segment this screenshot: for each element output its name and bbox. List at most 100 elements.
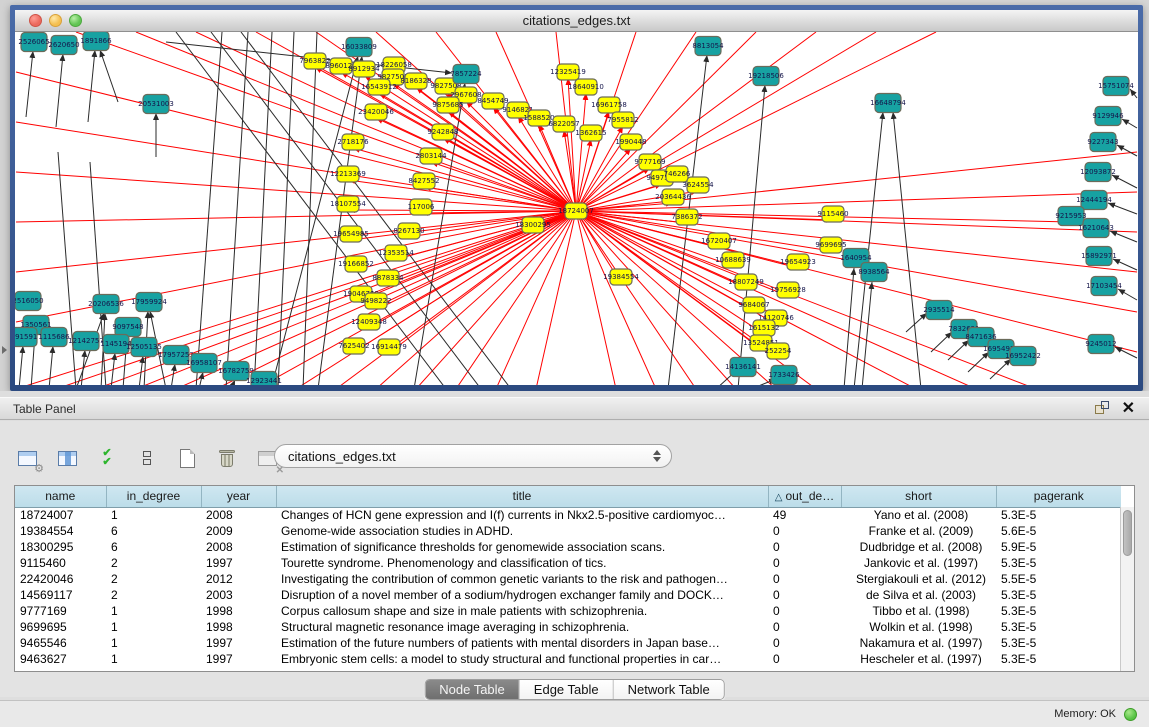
table-cell[interactable]: Estimation of significance thresholds fo… [276, 539, 768, 555]
table-cell[interactable]: 1997 [201, 651, 276, 667]
graph-edge[interactable] [1117, 145, 1137, 156]
table-cell[interactable]: 9777169 [15, 603, 106, 619]
table-row[interactable]: 1830029562008Estimation of significance … [15, 539, 1121, 555]
graph-node[interactable]: 3624554 [682, 177, 714, 193]
graph-edge[interactable] [88, 50, 95, 122]
table-cell[interactable]: Yano et al. (2008) [841, 507, 996, 523]
table-cell[interactable]: 0 [768, 539, 841, 555]
table-cell[interactable]: 5.5E-5 [996, 571, 1121, 587]
table-row[interactable]: 1456911722003Disruption of a novel membe… [15, 587, 1121, 603]
graph-edge[interactable] [990, 359, 1011, 379]
graph-node[interactable]: 8813054 [692, 37, 724, 56]
graph-node[interactable]: 12505135 [126, 338, 162, 357]
table-cell[interactable]: 1997 [201, 635, 276, 651]
graph-node[interactable]: 12093872 [1080, 163, 1116, 182]
graph-edge[interactable] [100, 50, 118, 102]
scrollbar-thumb[interactable] [1123, 510, 1132, 556]
graph-node[interactable]: 8267130 [393, 223, 424, 239]
graph-edge[interactable] [353, 148, 576, 211]
graph-node[interactable]: 9227343 [1087, 133, 1118, 152]
panel-expand-handle[interactable] [2, 346, 7, 354]
table-cell[interactable]: 2008 [201, 507, 276, 523]
graph-node[interactable]: 117006 [408, 199, 435, 215]
table-cell[interactable]: 5.3E-5 [996, 651, 1121, 667]
table-cell[interactable]: 1 [106, 619, 201, 635]
graph-node[interactable]: 2718176 [337, 134, 369, 150]
graph-node[interactable]: 2803144 [415, 148, 447, 164]
table-cell[interactable]: 0 [768, 635, 841, 651]
graph-node[interactable]: 15751074 [1098, 77, 1134, 96]
table-cell[interactable]: Genome-wide association studies in ADHD. [276, 523, 768, 539]
graph-node[interactable]: 12142757 [68, 332, 104, 351]
table-cell[interactable]: Disruption of a novel member of a sodium… [276, 587, 768, 603]
table-cell[interactable]: Investigating the contribution of common… [276, 571, 768, 587]
graph-node[interactable]: 16958107 [186, 354, 222, 373]
graph-edge[interactable] [431, 162, 576, 211]
graph-node[interactable]: 7625402 [338, 338, 369, 354]
select-rows-button[interactable]: ✔✔ [94, 445, 120, 471]
graph-node[interactable]: 9245012 [1085, 335, 1116, 354]
table-cell[interactable]: 1997 [201, 555, 276, 571]
float-panel-icon[interactable] [1095, 401, 1110, 416]
table-row[interactable]: 2242004622012Investigating the contribut… [15, 571, 1121, 587]
table-cell[interactable]: Stergiakouli et al. (2012) [841, 571, 996, 587]
table-cell[interactable]: 5.3E-5 [996, 587, 1121, 603]
graph-node[interactable]: 1990448 [615, 134, 646, 150]
close-panel-icon[interactable]: ✕ [1122, 401, 1135, 416]
table-cell[interactable]: Dudbridge et al. (2008) [841, 539, 996, 555]
graph-node[interactable]: 1362615 [575, 125, 606, 141]
graph-edge[interactable] [1108, 203, 1137, 214]
graph-node[interactable]: 2935514 [923, 301, 955, 320]
graph-node[interactable]: 20531003 [138, 95, 174, 114]
graph-node[interactable]: 20206536 [88, 295, 124, 314]
column-header-year[interactable]: year [201, 486, 276, 507]
column-header-title[interactable]: title [276, 486, 768, 507]
table-cell[interactable]: 1 [106, 603, 201, 619]
table-row[interactable]: 946362711997Embryonic stem cells: a mode… [15, 651, 1121, 667]
graph-node[interactable]: 12353514 [378, 245, 414, 261]
graph-node[interactable]: 16648794 [870, 94, 906, 113]
table-cell[interactable]: Franke et al. (2009) [841, 523, 996, 539]
table-row[interactable]: 911546021997Tourette syndrome. Phenomeno… [15, 555, 1121, 571]
graph-edge[interactable] [1130, 89, 1137, 98]
table-cell[interactable]: 5.9E-5 [996, 539, 1121, 555]
table-cell[interactable]: Corpus callosum shape and size in male p… [276, 603, 768, 619]
graph-node[interactable]: 9215953 [1055, 207, 1086, 226]
table-cell[interactable]: Jankovic et al. (1997) [841, 555, 996, 571]
graph-node[interactable]: 8186328 [400, 73, 431, 89]
table-cell[interactable]: 5.3E-5 [996, 603, 1121, 619]
table-cell[interactable]: 9115460 [15, 555, 106, 571]
graph-edge[interactable] [906, 313, 927, 332]
graph-edge[interactable] [19, 346, 23, 385]
graph-node[interactable]: 17103454 [1086, 277, 1122, 296]
graph-node[interactable]: 391591 [15, 328, 37, 347]
table-cell[interactable]: 6 [106, 523, 201, 539]
column-header-name[interactable]: name [15, 486, 106, 507]
table-cell[interactable]: 9463627 [15, 651, 106, 667]
table-cell[interactable]: 0 [768, 587, 841, 603]
graph-node[interactable]: 7955812 [607, 112, 638, 128]
table-cell[interactable]: Nakamura et al. (1997) [841, 635, 996, 651]
table-cell[interactable]: Tourette syndrome. Phenomenology and cla… [276, 555, 768, 571]
graph-node[interactable]: 16961758 [591, 97, 627, 113]
graph-node[interactable]: 9777169 [634, 154, 665, 170]
new-column-button[interactable] [174, 445, 200, 471]
graph-edge[interactable] [568, 78, 576, 211]
column-header-short[interactable]: short [841, 486, 996, 507]
graph-node[interactable]: 2516050 [15, 292, 44, 311]
table-cell[interactable]: 0 [768, 603, 841, 619]
table-cell[interactable]: 22420046 [15, 571, 106, 587]
network-window-titlebar[interactable]: citations_edges.txt [15, 10, 1138, 32]
table-cell[interactable]: de Silva et al. (2003) [841, 587, 996, 603]
row-form-button[interactable] [134, 445, 160, 471]
graph-edge[interactable] [1118, 289, 1137, 300]
graph-edge[interactable] [26, 51, 33, 117]
table-cell[interactable]: 2009 [201, 523, 276, 539]
graph-node[interactable]: 1615132 [748, 320, 779, 336]
tab-network-table[interactable]: Network Table [614, 680, 724, 699]
graph-node[interactable]: 2620650 [48, 36, 79, 55]
graph-node[interactable]: 19654923 [780, 254, 816, 270]
graph-node[interactable]: 17959924 [131, 293, 167, 312]
table-selector-dropdown[interactable]: citations_edges.txt [274, 444, 672, 468]
graph-node[interactable]: 9115460 [817, 206, 848, 222]
